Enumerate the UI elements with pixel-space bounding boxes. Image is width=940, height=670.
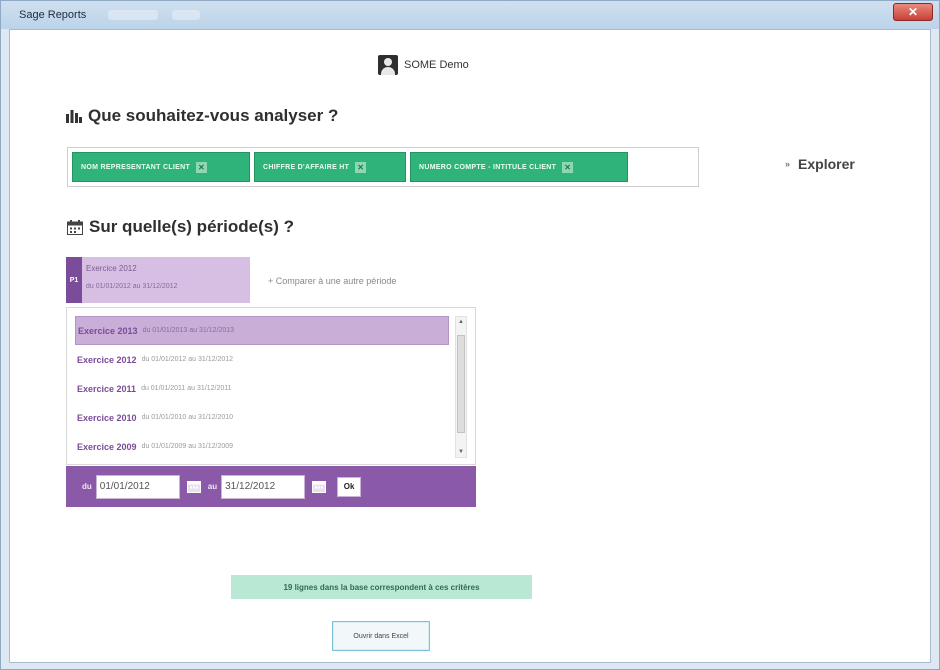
row-dates: du 01/01/2011 au 31/12/2011 <box>141 385 232 392</box>
criteria-chip[interactable]: CHIFFRE D'AFFAIRE HT ✕ <box>254 152 406 182</box>
user-info: SOME Demo <box>378 55 469 75</box>
main-content: SOME Demo Que souhaitez-vous analyser ? … <box>9 29 931 663</box>
criteria-dropzone[interactable]: NOM REPRESENTANT CLIENT ✕ CHIFFRE D'AFFA… <box>67 147 699 187</box>
remove-chip-icon[interactable]: ✕ <box>562 161 574 173</box>
to-label: au <box>207 482 218 491</box>
scroll-down-icon[interactable]: ▼ <box>456 447 466 457</box>
scroll-up-icon[interactable]: ▲ <box>456 317 466 327</box>
titlebar-tab[interactable] <box>108 10 159 20</box>
period-name: Exercice 2012 <box>86 264 137 273</box>
row-dates: du 01/01/2012 au 31/12/2012 <box>141 356 234 363</box>
double-arrow-icon: » <box>785 159 791 169</box>
current-period-card[interactable]: P1 Exercice 2012 du 01/01/2012 au 31/12/… <box>66 257 250 303</box>
open-excel-button[interactable]: Ouvrir dans Excel <box>332 621 430 651</box>
analyze-heading: Que souhaitez-vous analyser ? <box>66 106 338 126</box>
title-bar: Sage Reports ✕ <box>1 1 939 29</box>
apply-dates-button[interactable]: Ok <box>337 476 362 497</box>
bar-chart-icon <box>66 109 82 123</box>
criteria-chip[interactable]: NOM REPRESENTANT CLIENT ✕ <box>72 152 250 182</box>
period-heading: Sur quelle(s) période(s) ? <box>67 217 294 237</box>
remove-chip-icon[interactable]: ✕ <box>355 161 367 173</box>
chip-label: CHIFFRE D'AFFAIRE HT <box>263 163 350 171</box>
user-name: SOME Demo <box>404 59 469 71</box>
titlebar-tab[interactable] <box>172 10 201 20</box>
explore-label: Explorer <box>798 156 855 172</box>
row-dates: du 01/01/2013 au 31/12/2013 <box>142 327 235 334</box>
explore-button[interactable]: » Explorer <box>785 156 855 172</box>
row-name: Exercice 2011 <box>77 383 137 394</box>
app-window: Sage Reports ✕ SOME Demo Que souhaitez-v… <box>0 0 940 670</box>
list-item[interactable]: Exercice 2013 du 01/01/2013 au 31/12/201… <box>75 316 449 345</box>
chip-label: NUMERO COMPTE - INTITULE CLIENT <box>419 163 557 171</box>
date-range-bar: du 01/01/2012 au 31/12/2012 Ok <box>66 466 476 507</box>
row-name: Exercice 2013 <box>78 325 138 336</box>
list-scrollbar[interactable]: ▲ ▼ <box>455 316 467 458</box>
compare-period-link[interactable]: + Comparer à une autre période <box>268 276 396 286</box>
user-avatar-icon <box>378 55 398 75</box>
remove-chip-icon[interactable]: ✕ <box>196 161 208 173</box>
row-name: Exercice 2009 <box>77 441 137 452</box>
list-item[interactable]: Exercice 2011 du 01/01/2011 au 31/12/201… <box>75 374 449 403</box>
row-dates: du 01/01/2010 au 31/12/2010 <box>141 414 234 421</box>
period-title: Sur quelle(s) période(s) ? <box>89 217 294 236</box>
period-badge: P1 <box>66 257 82 303</box>
list-item[interactable]: Exercice 2009 du 01/01/2009 au 31/12/200… <box>75 432 449 461</box>
calendar-icon <box>67 219 83 235</box>
row-dates: du 01/01/2009 au 31/12/2009 <box>141 443 234 450</box>
to-date-input[interactable]: 31/12/2012 <box>221 474 306 499</box>
from-label: du <box>82 482 92 491</box>
close-button[interactable]: ✕ <box>893 3 933 21</box>
period-dates: du 01/01/2012 au 31/12/2012 <box>86 283 178 290</box>
list-item[interactable]: Exercice 2010 du 01/01/2010 au 31/12/201… <box>75 403 449 432</box>
criteria-chip[interactable]: NUMERO COMPTE - INTITULE CLIENT ✕ <box>410 152 628 182</box>
scroll-thumb[interactable] <box>457 335 465 433</box>
row-name: Exercice 2012 <box>77 354 137 365</box>
analyze-title: Que souhaitez-vous analyser ? <box>88 106 339 125</box>
window-title: Sage Reports <box>19 9 87 21</box>
match-count-banner: 19 lignes dans la base correspondent à c… <box>231 575 532 599</box>
row-name: Exercice 2010 <box>77 412 137 423</box>
calendar-icon[interactable] <box>185 478 203 496</box>
close-icon: ✕ <box>907 5 919 19</box>
chip-label: NOM REPRESENTANT CLIENT <box>81 163 191 171</box>
calendar-icon[interactable] <box>310 478 328 496</box>
list-item[interactable]: Exercice 2012 du 01/01/2012 au 31/12/201… <box>75 345 449 374</box>
from-date-input[interactable]: 01/01/2012 <box>95 474 180 499</box>
period-list: Exercice 2013 du 01/01/2013 au 31/12/201… <box>66 307 476 465</box>
